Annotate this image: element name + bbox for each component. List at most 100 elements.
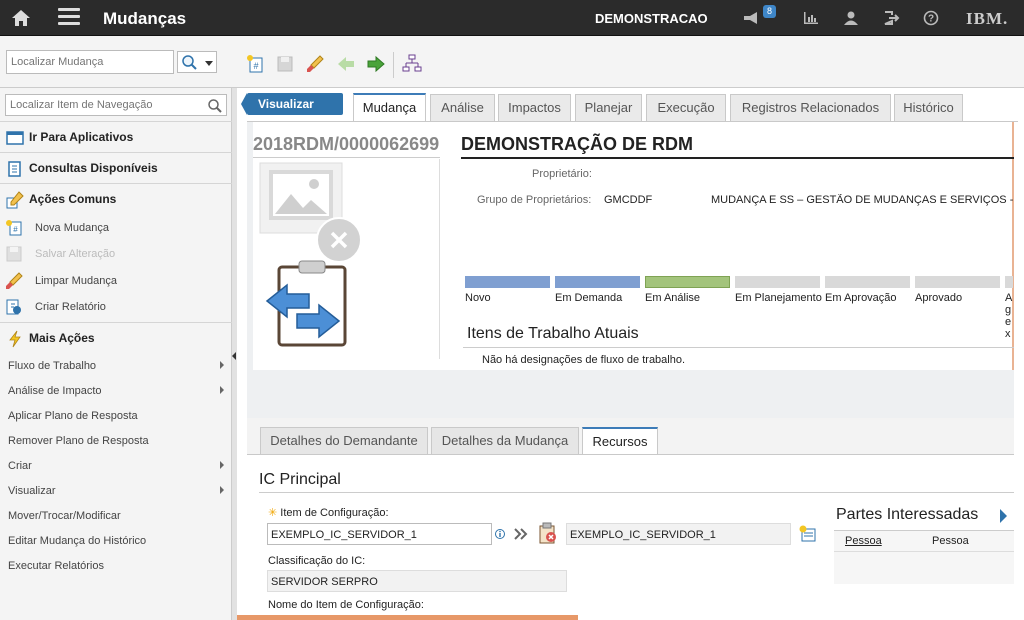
stakeholders-column-person-2[interactable]: Pessoa bbox=[932, 535, 969, 547]
ci-new-row-icon[interactable] bbox=[798, 524, 818, 544]
owner-group-value[interactable]: GMCDDF bbox=[604, 194, 652, 206]
navigation-sidebar: Ir Para Aplicativos Consultas Disponívei… bbox=[0, 88, 232, 620]
status-label-in-planning: Em Planejamento bbox=[735, 292, 822, 304]
previous-arrow-icon[interactable] bbox=[336, 54, 356, 74]
remove-image-icon[interactable] bbox=[316, 217, 362, 263]
remove-response-plan-label: Remover Plano de Resposta bbox=[8, 435, 149, 447]
record-id-underline bbox=[253, 157, 440, 158]
create-label: Criar bbox=[8, 460, 32, 472]
notification-badge: 8 bbox=[763, 5, 777, 18]
help-icon[interactable]: ? bbox=[922, 10, 940, 26]
app-title: Mudanças bbox=[103, 9, 187, 28]
ci-input[interactable]: EXEMPLO_IC_SERVIDOR_1 bbox=[267, 523, 492, 545]
save-icon[interactable] bbox=[275, 54, 295, 74]
common-actions-section[interactable]: Ações Comuns bbox=[0, 183, 232, 214]
navigation-search-input[interactable] bbox=[5, 94, 227, 116]
tab-analysis[interactable]: Análise bbox=[430, 94, 495, 121]
toolbar: # bbox=[0, 36, 1024, 88]
info-icon[interactable] bbox=[495, 528, 505, 539]
search-icon[interactable] bbox=[207, 98, 223, 114]
new-change-icon: # bbox=[5, 219, 23, 237]
move-swap-modify-label: Mover/Trocar/Modificar bbox=[8, 510, 121, 522]
impact-analysis-menu-item[interactable]: Análise de Impacto bbox=[0, 379, 232, 404]
bar-chart-icon[interactable] bbox=[802, 10, 820, 26]
new-change-menu-item[interactable]: # Nova Mudança bbox=[0, 215, 232, 241]
change-clipboard-icon bbox=[265, 259, 347, 347]
move-swap-modify-menu-item[interactable]: Mover/Trocar/Modificar bbox=[0, 504, 232, 529]
available-queries-section[interactable]: Consultas Disponíveis bbox=[0, 152, 232, 183]
status-bar-in-planning bbox=[735, 276, 820, 288]
status-bar-approved bbox=[915, 276, 1000, 288]
more-actions-section[interactable]: Mais Ações bbox=[0, 322, 232, 353]
logout-icon[interactable] bbox=[882, 10, 900, 26]
tab-change[interactable]: Mudança bbox=[353, 93, 426, 122]
svg-text:?: ? bbox=[928, 14, 934, 25]
go-to-applications-section[interactable]: Ir Para Aplicativos bbox=[0, 121, 232, 152]
status-bar-new bbox=[465, 276, 550, 288]
more-actions-label: Mais Ações bbox=[29, 331, 95, 345]
save-change-menu-item[interactable]: Salvar Alteração bbox=[0, 241, 232, 267]
status-label-in-analysis: Em Análise bbox=[645, 292, 701, 304]
collapse-arrow-icon[interactable] bbox=[232, 352, 236, 360]
create-menu-item[interactable]: Criar bbox=[0, 454, 232, 479]
tab-history[interactable]: Histórico bbox=[894, 94, 963, 121]
no-work-assignments-text: Não há designações de fluxo de trabalho. bbox=[482, 354, 686, 366]
ibm-logo: IBM. bbox=[966, 9, 1009, 28]
expand-arrow-icon[interactable] bbox=[1000, 509, 1007, 523]
record-id: 2018RDM/0000062699 bbox=[253, 134, 440, 154]
workflow-menu-item[interactable]: Fluxo de Trabalho bbox=[0, 354, 232, 379]
status-label-in-approval: Em Aprovação bbox=[825, 292, 897, 304]
create-report-menu-item[interactable]: Criar Relatório bbox=[0, 294, 232, 320]
record-title-underline bbox=[461, 157, 1014, 159]
clear-icon[interactable] bbox=[305, 54, 325, 74]
new-change-icon[interactable]: # bbox=[245, 54, 265, 74]
svg-text:#: # bbox=[253, 61, 258, 71]
home-icon[interactable] bbox=[10, 7, 32, 29]
find-change-input[interactable] bbox=[6, 50, 174, 74]
subtab-resources[interactable]: Recursos bbox=[582, 427, 658, 454]
menu-icon[interactable] bbox=[58, 8, 80, 26]
tab-divider bbox=[247, 121, 1018, 122]
view-menu-item[interactable]: Visualizar bbox=[0, 479, 232, 504]
tab-plan[interactable]: Planejar bbox=[575, 94, 642, 121]
ci-label: Item de Configuração: bbox=[280, 507, 389, 519]
record-title: DEMONSTRAÇÃO DE RDM bbox=[461, 134, 693, 154]
primary-ci-heading: IC Principal bbox=[259, 471, 341, 488]
toolbar-divider bbox=[393, 52, 394, 78]
ci-description-field: EXEMPLO_IC_SERVIDOR_1 bbox=[566, 523, 791, 545]
go-to-applications-label: Ir Para Aplicativos bbox=[29, 130, 134, 144]
record-image-panel bbox=[253, 159, 440, 359]
queries-icon bbox=[6, 160, 24, 178]
detail-menu-icon[interactable] bbox=[514, 528, 528, 540]
stakeholders-column-person-1[interactable]: Pessoa bbox=[845, 535, 882, 547]
ci-classification-field: SERVIDOR SERPRO bbox=[267, 570, 567, 592]
view-list-button[interactable]: Visualizar Lista bbox=[241, 93, 343, 133]
apply-response-plan-menu-item[interactable]: Aplicar Plano de Resposta bbox=[0, 404, 232, 429]
ci-lookup-icon[interactable] bbox=[538, 522, 558, 544]
edit-history-change-menu-item[interactable]: Editar Mudança do Histórico bbox=[0, 529, 232, 554]
user-profile-icon[interactable] bbox=[842, 10, 860, 26]
subtab-change-details[interactable]: Detalhes da Mudança bbox=[431, 427, 579, 454]
next-arrow-icon[interactable] bbox=[366, 54, 386, 74]
save-change-label: Salvar Alteração bbox=[35, 248, 116, 260]
submenu-arrow-icon bbox=[220, 361, 224, 369]
clear-change-label: Limpar Mudança bbox=[35, 275, 117, 287]
remove-response-plan-menu-item[interactable]: Remover Plano de Resposta bbox=[0, 429, 232, 454]
tab-execution[interactable]: Execução bbox=[646, 94, 726, 121]
status-bar-in-approval bbox=[825, 276, 910, 288]
tab-impacts[interactable]: Impactos bbox=[498, 94, 571, 121]
megaphone-icon[interactable] bbox=[742, 10, 760, 26]
subtab-requester-details[interactable]: Detalhes do Demandante bbox=[260, 427, 428, 454]
current-work-items-heading: Itens de Trabalho Atuais bbox=[467, 325, 639, 342]
run-reports-menu-item[interactable]: Executar Relatórios bbox=[0, 554, 232, 579]
workflow-icon[interactable] bbox=[402, 54, 422, 74]
search-button[interactable] bbox=[177, 51, 217, 73]
workflow-label: Fluxo de Trabalho bbox=[8, 360, 97, 372]
report-icon bbox=[5, 298, 23, 316]
top-navigation-bar: Mudanças DEMONSTRACAO 8 ? IBM. bbox=[0, 0, 1024, 36]
tab-related-records[interactable]: Registros Relacionados bbox=[730, 94, 891, 121]
clear-change-menu-item[interactable]: Limpar Mudança bbox=[0, 268, 232, 294]
primary-ci-underline bbox=[259, 492, 1014, 493]
status-label-new: Novo bbox=[465, 292, 491, 304]
applications-icon bbox=[6, 129, 24, 147]
